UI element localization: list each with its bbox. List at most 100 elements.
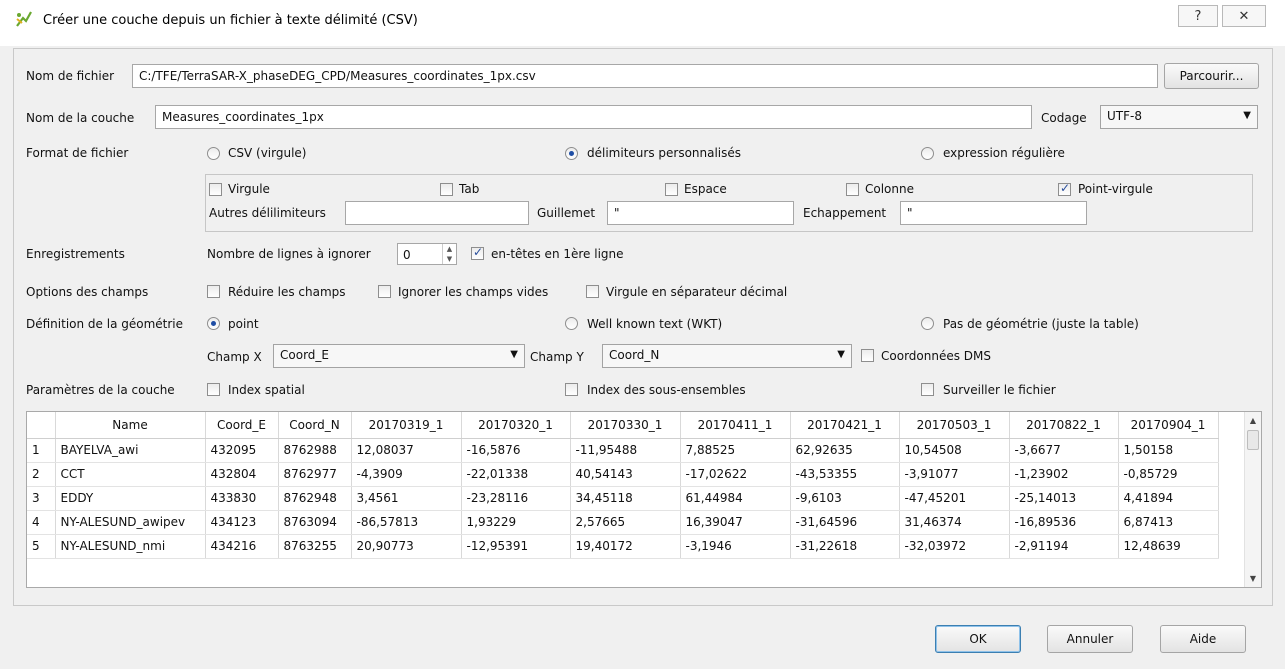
table-cell[interactable]: -32,03972 <box>899 534 1010 559</box>
format-regex-radio[interactable] <box>921 147 934 160</box>
table-cell[interactable]: 16,39047 <box>680 510 791 535</box>
table-row[interactable]: 4 NY-ALESUND_awipev 434123 8763094 -86,57813… <box>27 510 1219 535</box>
table-cell[interactable]: -16,5876 <box>461 438 571 463</box>
table-cell[interactable]: 34,45118 <box>570 486 681 511</box>
table-cell[interactable]: -4,3909 <box>351 462 462 487</box>
column-header[interactable]: 20170822_1 <box>1009 412 1119 439</box>
table-cell[interactable]: 61,44984 <box>680 486 791 511</box>
column-header[interactable]: 20170330_1 <box>570 412 681 439</box>
column-header[interactable]: Coord_E <box>205 412 279 439</box>
table-cell[interactable]: -31,22618 <box>790 534 900 559</box>
dms-checkbox[interactable] <box>861 349 874 362</box>
geometry-point-radio[interactable] <box>207 317 220 330</box>
column-header[interactable]: 20170421_1 <box>790 412 900 439</box>
table-row[interactable]: 5 NY-ALESUND_nmi 434216 8763255 20,90773 -12,… <box>27 534 1219 559</box>
table-cell[interactable]: 19,40172 <box>570 534 681 559</box>
close-title-button[interactable]: ✕ <box>1222 5 1266 27</box>
watch-file-checkbox[interactable] <box>921 383 934 396</box>
escape-input[interactable]: " <box>900 201 1087 225</box>
table-cell[interactable]: EDDY <box>55 486 206 511</box>
layer-name-input[interactable]: Measures_coordinates_1px <box>155 105 1032 129</box>
table-cell[interactable]: 1,93229 <box>461 510 571 535</box>
quote-input[interactable]: " <box>607 201 794 225</box>
table-cell[interactable]: 20,90773 <box>351 534 462 559</box>
delim-virgule-checkbox[interactable] <box>209 183 222 196</box>
headers-checkbox[interactable] <box>471 245 484 260</box>
table-row[interactable]: 3 EDDY 433830 8762948 3,4561 -23,28116 34,4511… <box>27 486 1219 511</box>
table-cell[interactable]: -86,57813 <box>351 510 462 535</box>
table-cell[interactable]: -3,6677 <box>1009 438 1119 463</box>
table-cell[interactable]: 31,46374 <box>899 510 1010 535</box>
column-header[interactable]: 20170319_1 <box>351 412 462 439</box>
table-cell[interactable]: 4,41894 <box>1118 486 1219 511</box>
table-cell[interactable]: -22,01338 <box>461 462 571 487</box>
skip-empty-checkbox[interactable] <box>378 285 391 298</box>
table-vertical-scrollbar[interactable]: ▲ ▼ <box>1244 412 1261 587</box>
preview-table[interactable]: Name Coord_E Coord_N 20170319_1 20170320… <box>26 411 1262 588</box>
table-cell[interactable]: 432804 <box>205 462 279 487</box>
table-cell[interactable]: 3,4561 <box>351 486 462 511</box>
delim-point-virgule-checkbox[interactable] <box>1058 181 1071 196</box>
column-header[interactable]: 20170411_1 <box>680 412 791 439</box>
table-cell[interactable]: -43,53355 <box>790 462 900 487</box>
table-cell[interactable]: 10,54508 <box>899 438 1010 463</box>
table-cell[interactable]: 7,88525 <box>680 438 791 463</box>
table-cell[interactable]: BAYELVA_awi <box>55 438 206 463</box>
delim-tab-checkbox[interactable] <box>440 183 453 196</box>
other-delimiters-input[interactable] <box>345 201 529 225</box>
table-cell[interactable]: -1,23902 <box>1009 462 1119 487</box>
spatial-index-checkbox[interactable] <box>207 383 220 396</box>
table-cell[interactable]: 8762988 <box>278 438 352 463</box>
help-title-button[interactable]: ? <box>1178 5 1218 27</box>
table-cell[interactable]: 62,92635 <box>790 438 900 463</box>
table-row[interactable]: 1 BAYELVA_awi 432095 8762988 12,08037 -16,587… <box>27 438 1219 463</box>
table-cell[interactable]: -16,89536 <box>1009 510 1119 535</box>
column-header[interactable]: Coord_N <box>278 412 352 439</box>
file-name-input[interactable]: C:/TFE/TerraSAR-X_phaseDEG_CPD/Measures_… <box>132 64 1158 88</box>
table-cell[interactable]: 6,87413 <box>1118 510 1219 535</box>
decimal-comma-checkbox[interactable] <box>586 285 599 298</box>
delim-colonne-checkbox[interactable] <box>846 183 859 196</box>
browse-button[interactable]: Parcourir... <box>1164 63 1259 89</box>
table-cell[interactable]: -12,95391 <box>461 534 571 559</box>
subset-index-checkbox[interactable] <box>565 383 578 396</box>
table-cell[interactable]: -17,02622 <box>680 462 791 487</box>
help-button[interactable]: Aide <box>1160 625 1246 653</box>
table-cell[interactable]: 8763255 <box>278 534 352 559</box>
column-header[interactable]: Name <box>55 412 206 439</box>
table-cell[interactable]: -25,14013 <box>1009 486 1119 511</box>
table-row[interactable]: 2 CCT 432804 8762977 -4,3909 -22,01338 40,5414… <box>27 462 1219 487</box>
encoding-select[interactable]: UTF-8 ▼ <box>1100 105 1258 129</box>
table-cell[interactable]: -23,28116 <box>461 486 571 511</box>
column-header[interactable]: 20170904_1 <box>1118 412 1219 439</box>
table-cell[interactable]: 434123 <box>205 510 279 535</box>
scroll-thumb[interactable] <box>1247 430 1259 450</box>
table-cell[interactable]: 8762948 <box>278 486 352 511</box>
table-cell[interactable]: NY-ALESUND_nmi <box>55 534 206 559</box>
table-cell[interactable]: 432095 <box>205 438 279 463</box>
column-header[interactable]: 20170503_1 <box>899 412 1010 439</box>
table-cell[interactable]: -11,95488 <box>570 438 681 463</box>
y-field-select[interactable]: Coord_N ▼ <box>602 344 852 368</box>
skip-lines-spinbox[interactable]: 0 ▲ ▼ <box>397 243 457 265</box>
x-field-select[interactable]: Coord_E ▼ <box>273 344 525 368</box>
table-cell[interactable]: 8762977 <box>278 462 352 487</box>
format-csv-radio[interactable] <box>207 147 220 160</box>
table-cell[interactable]: -0,85729 <box>1118 462 1219 487</box>
table-cell[interactable]: CCT <box>55 462 206 487</box>
table-cell[interactable]: -2,91194 <box>1009 534 1119 559</box>
cancel-button[interactable]: Annuler <box>1047 625 1133 653</box>
table-cell[interactable]: -31,64596 <box>790 510 900 535</box>
ok-button[interactable]: OK <box>935 625 1021 653</box>
scroll-down-icon[interactable]: ▼ <box>1245 570 1261 587</box>
table-cell[interactable]: 434216 <box>205 534 279 559</box>
table-cell[interactable]: -3,1946 <box>680 534 791 559</box>
table-cell[interactable]: NY-ALESUND_awipev <box>55 510 206 535</box>
delim-espace-checkbox[interactable] <box>665 183 678 196</box>
table-cell[interactable]: 12,08037 <box>351 438 462 463</box>
table-cell[interactable]: 12,48639 <box>1118 534 1219 559</box>
table-cell[interactable]: 8763094 <box>278 510 352 535</box>
table-cell[interactable]: 40,54143 <box>570 462 681 487</box>
trim-fields-checkbox[interactable] <box>207 285 220 298</box>
table-cell[interactable]: 1,50158 <box>1118 438 1219 463</box>
